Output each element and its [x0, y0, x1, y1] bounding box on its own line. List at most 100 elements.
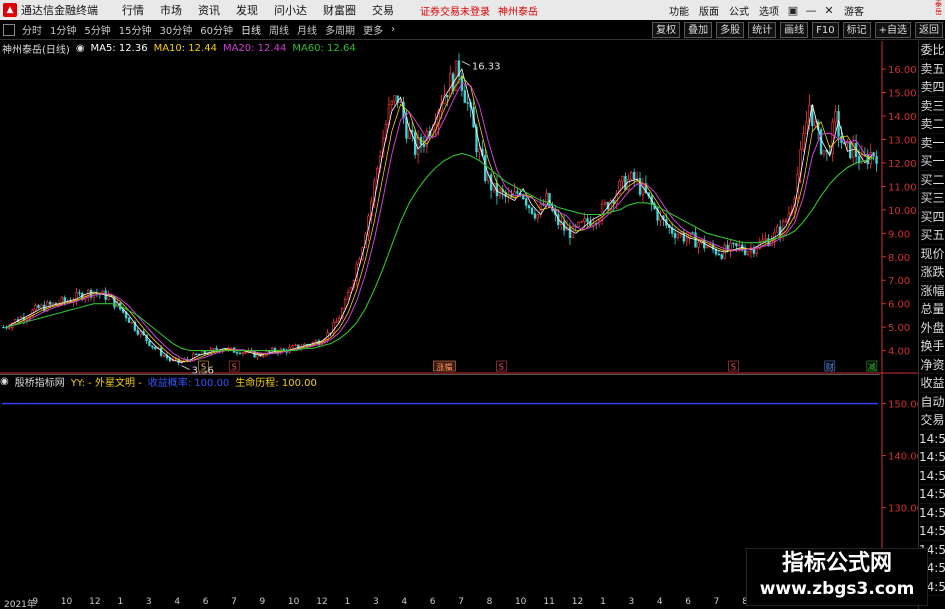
candle-body [784, 219, 788, 222]
candle-body [746, 251, 750, 255]
right-tab[interactable]: 买五 [919, 226, 945, 245]
candle-body [533, 213, 537, 219]
price-tick-label: 12.00 [888, 159, 917, 170]
date-tick: 7 [713, 597, 720, 607]
candle-body [638, 178, 642, 195]
candle-body [291, 345, 294, 348]
candle-body [399, 101, 402, 104]
candle-body [463, 90, 467, 103]
price-tick-label: 8.00 [888, 253, 910, 264]
date-tick: 1 [117, 597, 124, 607]
right-tab[interactable]: 卖一 [919, 134, 945, 152]
candle-body [577, 221, 580, 227]
candle-body [335, 321, 338, 323]
date-tick: 6 [685, 597, 692, 607]
right-tab[interactable]: 买四 [919, 208, 945, 226]
indicator-name[interactable]: 殷桥指标网 [15, 374, 65, 389]
candle-body [422, 144, 426, 147]
candle-body [580, 221, 583, 223]
indicator-settings-icon[interactable]: ◉ [0, 376, 9, 387]
candle-body [238, 352, 242, 355]
candle-body [194, 353, 198, 355]
candle-body [568, 226, 572, 239]
ma5-line [6, 68, 874, 363]
candle-body [449, 73, 452, 98]
right-tab[interactable]: 卖四 [919, 78, 945, 97]
right-tab[interactable]: 买三 [919, 189, 945, 208]
candle-body [130, 321, 134, 324]
date-tick: 11 [543, 597, 555, 607]
candle-body [513, 191, 516, 198]
right-tab[interactable]: 14:50 [919, 467, 945, 485]
event-marker-label: S [201, 363, 206, 372]
candle-body [735, 242, 738, 247]
right-tab[interactable]: 净资 [919, 356, 945, 374]
watermark-url: www.zbgs3.com [759, 579, 915, 599]
back-button[interactable]: 返回 [915, 22, 943, 38]
right-tab[interactable]: 交易 [919, 411, 945, 430]
candle-body [691, 232, 694, 234]
candle-body [346, 292, 350, 300]
candle-body [267, 350, 271, 353]
right-tab[interactable]: 换手 [919, 337, 945, 356]
right-tab[interactable]: 卖三 [919, 97, 945, 115]
candle-body [446, 94, 449, 98]
candle-body [411, 130, 414, 133]
date-tick: 3 [373, 597, 379, 607]
price-tick-label: 11.00 [888, 182, 917, 193]
candle-body [527, 205, 531, 209]
date-tick: 7 [458, 597, 464, 607]
right-tab[interactable]: 买一 [919, 152, 945, 171]
candle-body [761, 239, 764, 242]
right-tab[interactable]: 买二 [919, 171, 945, 189]
candle-body [40, 304, 43, 309]
candle-body [343, 298, 347, 310]
candle-body [632, 172, 636, 180]
indicator-field2: 生命历程: 100.00 [235, 378, 317, 389]
date-tick: 8 [486, 597, 493, 607]
candle-body [603, 202, 607, 205]
candle-body [516, 191, 519, 194]
price-tick-label: 15.00 [888, 89, 917, 100]
candle-body [2, 326, 5, 329]
right-tab[interactable]: 14:50 [919, 522, 945, 541]
right-tab[interactable]: 外盘 [919, 319, 945, 337]
right-quote-tabs: 委比 卖五 卖四 卖三 卖二 卖一 买一 买二 买三 买四 买五 现价 涨跌 涨幅 总量 外盘 换手 净资 收益 自动… [918, 41, 945, 609]
right-tab[interactable]: 涨幅 [919, 282, 945, 300]
candle-body [34, 305, 37, 311]
right-tab[interactable]: 现价 [919, 245, 945, 263]
candle-body [154, 346, 157, 349]
right-tab[interactable]: 卖二 [919, 115, 945, 134]
price-tick-label: 7.00 [888, 276, 910, 287]
right-tab[interactable]: 卖五 [919, 60, 945, 78]
candle-body [705, 246, 709, 249]
candle-body [139, 331, 142, 335]
candle-body [151, 345, 154, 348]
candle-body [545, 193, 548, 206]
candle-body [659, 215, 662, 221]
kline-chart[interactable]: 16.00 15.00 14.00 13.00 12.00 11.00 10.00 9.00 8… [0, 0, 918, 597]
candle-body [235, 352, 239, 354]
right-tab[interactable]: 自动 [919, 393, 945, 411]
low-pointer [181, 365, 190, 370]
indicator-tick-label: 130.00 [888, 504, 918, 515]
candle-body [200, 350, 204, 355]
right-tab[interactable]: 14:50 [919, 448, 945, 467]
right-tab[interactable]: 收益 [919, 374, 945, 393]
candle-body [717, 253, 721, 256]
right-tab[interactable]: 委比 [919, 41, 945, 60]
candle-body [159, 347, 163, 356]
date-tick: 12 [89, 597, 101, 607]
date-tick: 1 [344, 597, 351, 607]
candle-body [466, 102, 469, 104]
right-tab[interactable]: 14:50 [919, 485, 945, 504]
candle-body [416, 136, 420, 155]
candle-body [390, 100, 394, 106]
indicator-tick-label: 150.00 [888, 400, 918, 411]
candle-body [802, 133, 805, 150]
right-tab[interactable]: 14:50 [919, 504, 945, 522]
right-tab[interactable]: 涨跌 [919, 263, 945, 282]
right-tab[interactable]: 总量 [919, 300, 945, 319]
candle-body [63, 297, 66, 302]
right-tab[interactable]: 14:50 [919, 430, 945, 448]
